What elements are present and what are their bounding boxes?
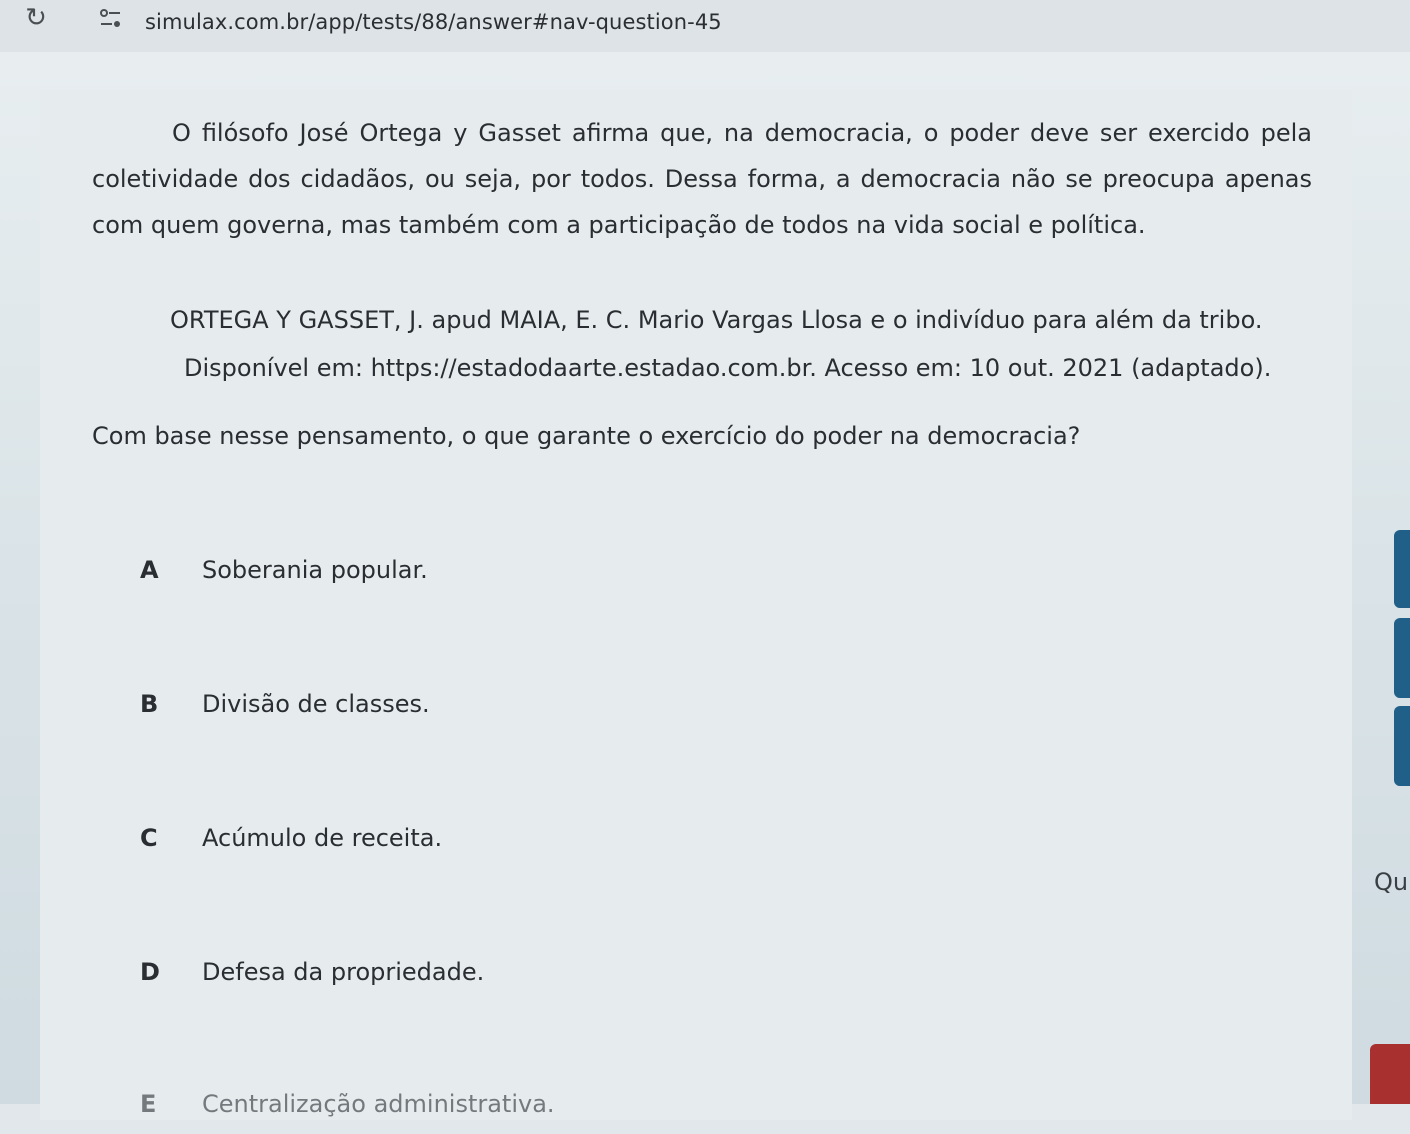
reload-icon[interactable]: ↻ <box>22 4 50 32</box>
citation-source: ORTEGA Y GASSET, J. apud MAIA, E. C. Mar… <box>170 306 1263 334</box>
option-letter: B <box>140 690 159 718</box>
option-a[interactable]: A Soberania popular. <box>140 540 1040 600</box>
option-text: Defesa da propriedade. <box>202 958 485 986</box>
option-b[interactable]: B Divisão de classes. <box>140 674 1040 734</box>
browser-toolbar: ↻ simulax.com.br/app/tests/88/answer#nav… <box>0 0 1410 53</box>
option-c[interactable]: C Acúmulo de receita. <box>140 808 1040 868</box>
site-info-icon[interactable] <box>98 8 124 30</box>
passage-citation: ORTEGA Y GASSET, J. apud MAIA, E. C. Mar… <box>170 296 1310 392</box>
question-passage: O filósofo José Ortega y Gasset afirma q… <box>92 119 1312 239</box>
option-letter: D <box>140 958 160 986</box>
side-nav-tab[interactable] <box>1394 530 1410 608</box>
question-prompt: Com base nesse pensamento, o que garante… <box>92 422 1081 450</box>
option-text: Soberania popular. <box>202 556 428 584</box>
option-letter: A <box>140 556 159 584</box>
alert-button[interactable] <box>1370 1044 1410 1104</box>
option-e[interactable]: E Centralização administrativa. <box>140 1074 1040 1134</box>
option-letter: C <box>140 824 158 852</box>
option-d[interactable]: D Defesa da propriedade. <box>140 942 1040 1002</box>
option-letter: E <box>140 1090 157 1118</box>
option-text: Acúmulo de receita. <box>202 824 443 852</box>
option-text: Divisão de classes. <box>202 690 430 718</box>
side-panel-label: Qu <box>1374 868 1409 896</box>
side-nav-tab[interactable] <box>1394 618 1410 698</box>
option-text: Centralização administrativa. <box>202 1090 555 1118</box>
side-nav-tab[interactable] <box>1394 706 1410 786</box>
citation-access: Disponível em: https://estadodaarte.esta… <box>184 354 1272 382</box>
address-bar[interactable]: simulax.com.br/app/tests/88/answer#nav-q… <box>145 10 722 34</box>
